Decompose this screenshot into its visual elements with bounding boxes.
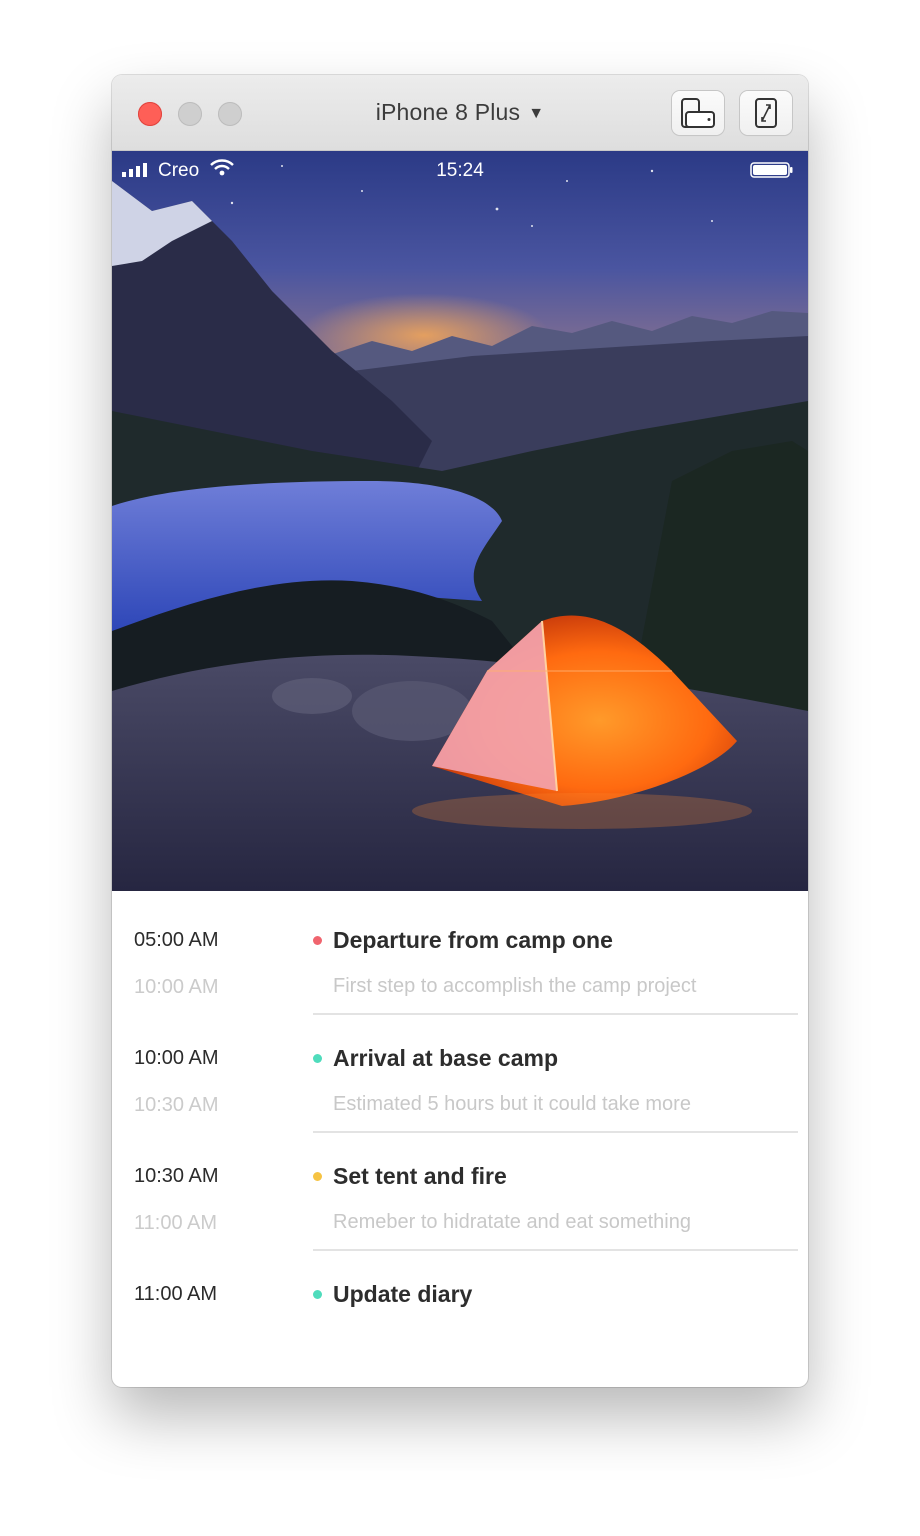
item-subtitle: Estimated 5 hours but it could take more xyxy=(333,1093,691,1115)
camping-photo xyxy=(112,151,808,891)
status-dot xyxy=(313,1172,322,1181)
simulator-window: iPhone 8 Plus ▼ Creo 15:24 05:00 AM 10:0… xyxy=(112,75,808,1387)
timeline-list: 05:00 AM 10:00 AM Departure from camp on… xyxy=(112,891,808,1363)
resize-button[interactable] xyxy=(740,91,792,135)
end-time: 11:00 AM xyxy=(134,1212,218,1234)
battery-icon xyxy=(750,162,793,178)
device-name: iPhone 8 Plus xyxy=(375,99,521,125)
status-dot xyxy=(313,1290,322,1299)
item-title: Departure from camp one xyxy=(333,927,613,953)
start-time: 05:00 AM xyxy=(134,929,219,951)
timeline-item[interactable]: 11:00 AM Update diary xyxy=(112,1245,808,1363)
title-bar: iPhone 8 Plus ▼ xyxy=(112,75,808,151)
item-title: Update diary xyxy=(333,1281,473,1307)
device-rotate-button[interactable] xyxy=(672,91,724,135)
status-time: 15:24 xyxy=(436,160,484,181)
start-time: 11:00 AM xyxy=(134,1283,218,1305)
timeline-item[interactable]: 05:00 AM 10:00 AM Departure from camp on… xyxy=(112,891,808,1015)
timeline-item[interactable]: 10:00 AM 10:30 AM Arrival at base camp E… xyxy=(112,1009,808,1133)
resize-icon xyxy=(755,98,777,128)
item-subtitle: First step to accomplish the camp projec… xyxy=(333,975,697,997)
device-rotate-icon xyxy=(681,98,715,128)
timeline-item[interactable]: 10:30 AM 11:00 AM Set tent and fire Reme… xyxy=(112,1127,808,1251)
item-subtitle: Remeber to hidratate and eat something xyxy=(333,1211,691,1233)
start-time: 10:30 AM xyxy=(134,1165,219,1187)
end-time: 10:30 AM xyxy=(134,1094,219,1116)
item-title: Arrival at base camp xyxy=(333,1045,559,1071)
status-dot xyxy=(313,936,322,945)
item-title: Set tent and fire xyxy=(333,1163,507,1189)
status-dot xyxy=(313,1054,322,1063)
status-bar: Creo 15:24 xyxy=(112,151,808,187)
end-time: 10:00 AM xyxy=(134,976,219,998)
phone-screen: Creo 15:24 xyxy=(112,151,808,891)
chevron-down-icon: ▼ xyxy=(528,105,545,122)
start-time: 10:00 AM xyxy=(134,1047,219,1069)
